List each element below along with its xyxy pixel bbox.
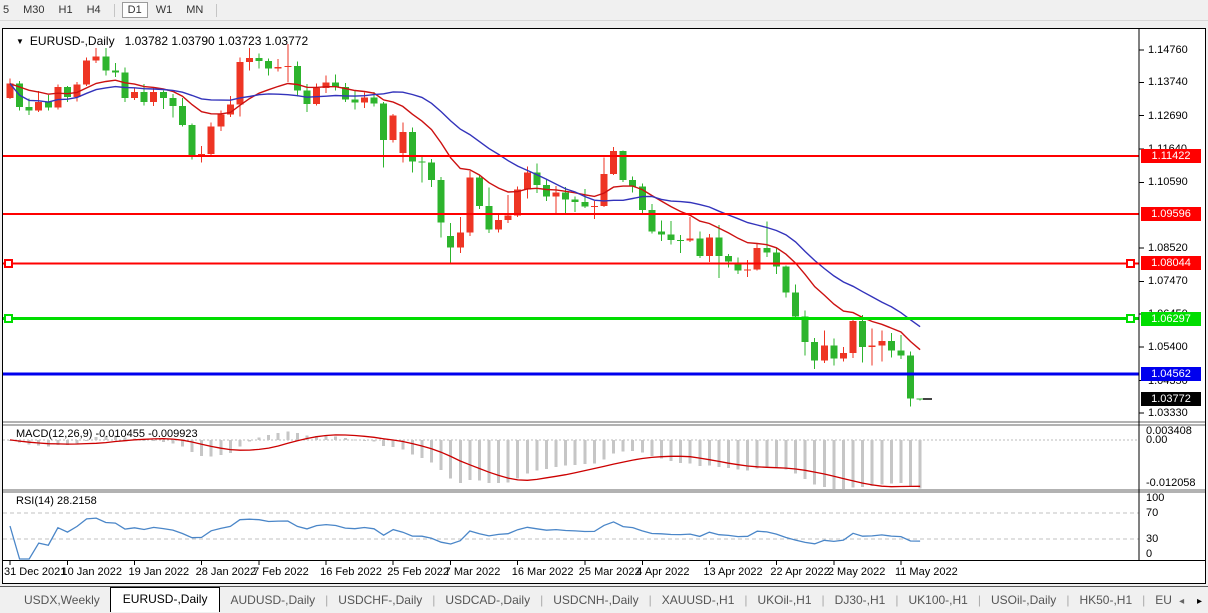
symbol-tab-usdx-weekly[interactable]: USDX,Weekly (14, 589, 110, 612)
price-line-badge[interactable]: 1.06297 (1141, 312, 1201, 326)
price-axis-tick: 1.07470 (1148, 275, 1188, 288)
date-axis-label: 31 Dec 2021 (4, 566, 66, 579)
date-axis-label: 7 Mar 2022 (445, 566, 501, 579)
tab-scroll-right-icon[interactable]: ▸ (1197, 596, 1202, 607)
price-axis-tick: 1.12690 (1148, 110, 1188, 123)
rsi-axis-label: 70 (1146, 507, 1158, 520)
timeframe-button-h4[interactable]: H4 (81, 2, 107, 18)
symbol-tab-uk100-h1[interactable]: UK100-,H1 (898, 589, 977, 612)
rsi-axis-label: 0 (1146, 548, 1152, 561)
price-chart-canvas[interactable] (3, 29, 1205, 583)
chart-dropdown-icon[interactable]: ▼ (16, 35, 24, 48)
price-line-badge[interactable]: 1.11422 (1141, 149, 1201, 163)
macd-axis-label: -0.012058 (1146, 477, 1196, 490)
tab-scroll-left-icon[interactable]: ◂ (1179, 596, 1184, 607)
toolbar-separator (114, 4, 115, 17)
symbol-tab-xauusd-h1[interactable]: XAUUSD-,H1 (652, 589, 745, 612)
chart-ohlc-values: 1.03782 1.03790 1.03723 1.03772 (125, 34, 309, 48)
price-axis-tick: 1.10590 (1148, 176, 1188, 189)
rsi-indicator-label: RSI(14) 28.2158 (16, 495, 97, 508)
price-axis-tick: 1.13740 (1148, 76, 1188, 89)
tab-scroll-arrows: ◂ ▸ (1169, 596, 1202, 607)
timeframe-button-mn[interactable]: MN (180, 2, 209, 18)
price-axis-tick: 1.08520 (1148, 242, 1188, 255)
price-line-badge[interactable]: 1.04562 (1141, 367, 1201, 381)
symbol-tab-hk50-h1[interactable]: HK50-,H1 (1069, 589, 1142, 612)
symbol-tab-usdchf-daily[interactable]: USDCHF-,Daily (328, 589, 432, 612)
timeframe-button-5[interactable]: 5 (0, 2, 15, 18)
current-price-badge: 1.03772 (1141, 392, 1201, 406)
symbol-tab-usoil-daily[interactable]: USOil-,Daily (981, 589, 1066, 612)
chart-symbol-label: EURUSD-,Daily (30, 34, 115, 48)
symbol-tab-dj30-h1[interactable]: DJ30-,H1 (825, 589, 896, 612)
symbol-tab-ukoil-h1[interactable]: UKOil-,H1 (748, 589, 822, 612)
rsi-axis-label: 30 (1146, 533, 1158, 546)
date-axis-label: 4 Apr 2022 (636, 566, 689, 579)
date-axis-label: 22 Apr 2022 (770, 566, 829, 579)
date-axis-label: 7 Feb 2022 (253, 566, 309, 579)
chart-window[interactable]: ▼ EURUSD-,Daily 1.03782 1.03790 1.03723 1.… (2, 28, 1206, 584)
timeframe-button-m30[interactable]: M30 (17, 2, 50, 18)
date-axis-label: 16 Feb 2022 (320, 566, 382, 579)
symbol-tab-eurusd-daily[interactable]: EURUSD-,Daily (110, 587, 221, 612)
date-axis-label: 16 Mar 2022 (512, 566, 574, 579)
date-axis-label: 25 Mar 2022 (579, 566, 641, 579)
price-axis-tick: 1.14760 (1148, 44, 1188, 57)
timeframe-button-w1[interactable]: W1 (150, 2, 179, 18)
symbol-tab-usdcad-daily[interactable]: USDCAD-,Daily (435, 589, 540, 612)
symbol-tab-bar: USDX,WeeklyEURUSD-,DailyAUDUSD-,Daily|US… (0, 586, 1208, 612)
price-axis-tick: 1.05400 (1148, 341, 1188, 354)
macd-axis-label: 0.00 (1146, 434, 1167, 447)
date-axis-label: 28 Jan 2022 (196, 566, 257, 579)
price-line-badge[interactable]: 1.09596 (1141, 207, 1201, 221)
date-axis-label: 13 Apr 2022 (703, 566, 762, 579)
date-axis-label: 10 Jan 2022 (61, 566, 122, 579)
toolbar-separator (216, 4, 217, 17)
date-axis-label: 2 May 2022 (828, 566, 885, 579)
price-axis-tick: 1.03330 (1148, 407, 1188, 420)
price-line-badge[interactable]: 1.08044 (1141, 256, 1201, 270)
timeframe-button-d1[interactable]: D1 (122, 2, 148, 18)
macd-indicator-label: MACD(12,26,9) -0.010455 -0.009923 (16, 428, 198, 441)
timeframe-button-h1[interactable]: H1 (53, 2, 79, 18)
symbol-tab-audusd-daily[interactable]: AUDUSD-,Daily (220, 589, 325, 612)
date-axis-label: 25 Feb 2022 (387, 566, 449, 579)
date-axis-label: 19 Jan 2022 (129, 566, 190, 579)
rsi-axis-label: 100 (1146, 492, 1164, 505)
symbol-tab-usdcnh-daily[interactable]: USDCNH-,Daily (543, 589, 648, 612)
chart-title: ▼ EURUSD-,Daily 1.03782 1.03790 1.03723 1.… (16, 35, 308, 48)
date-axis-label: 11 May 2022 (895, 566, 958, 579)
timeframe-toolbar: 5M30H1H4 D1W1MN (0, 0, 1208, 21)
